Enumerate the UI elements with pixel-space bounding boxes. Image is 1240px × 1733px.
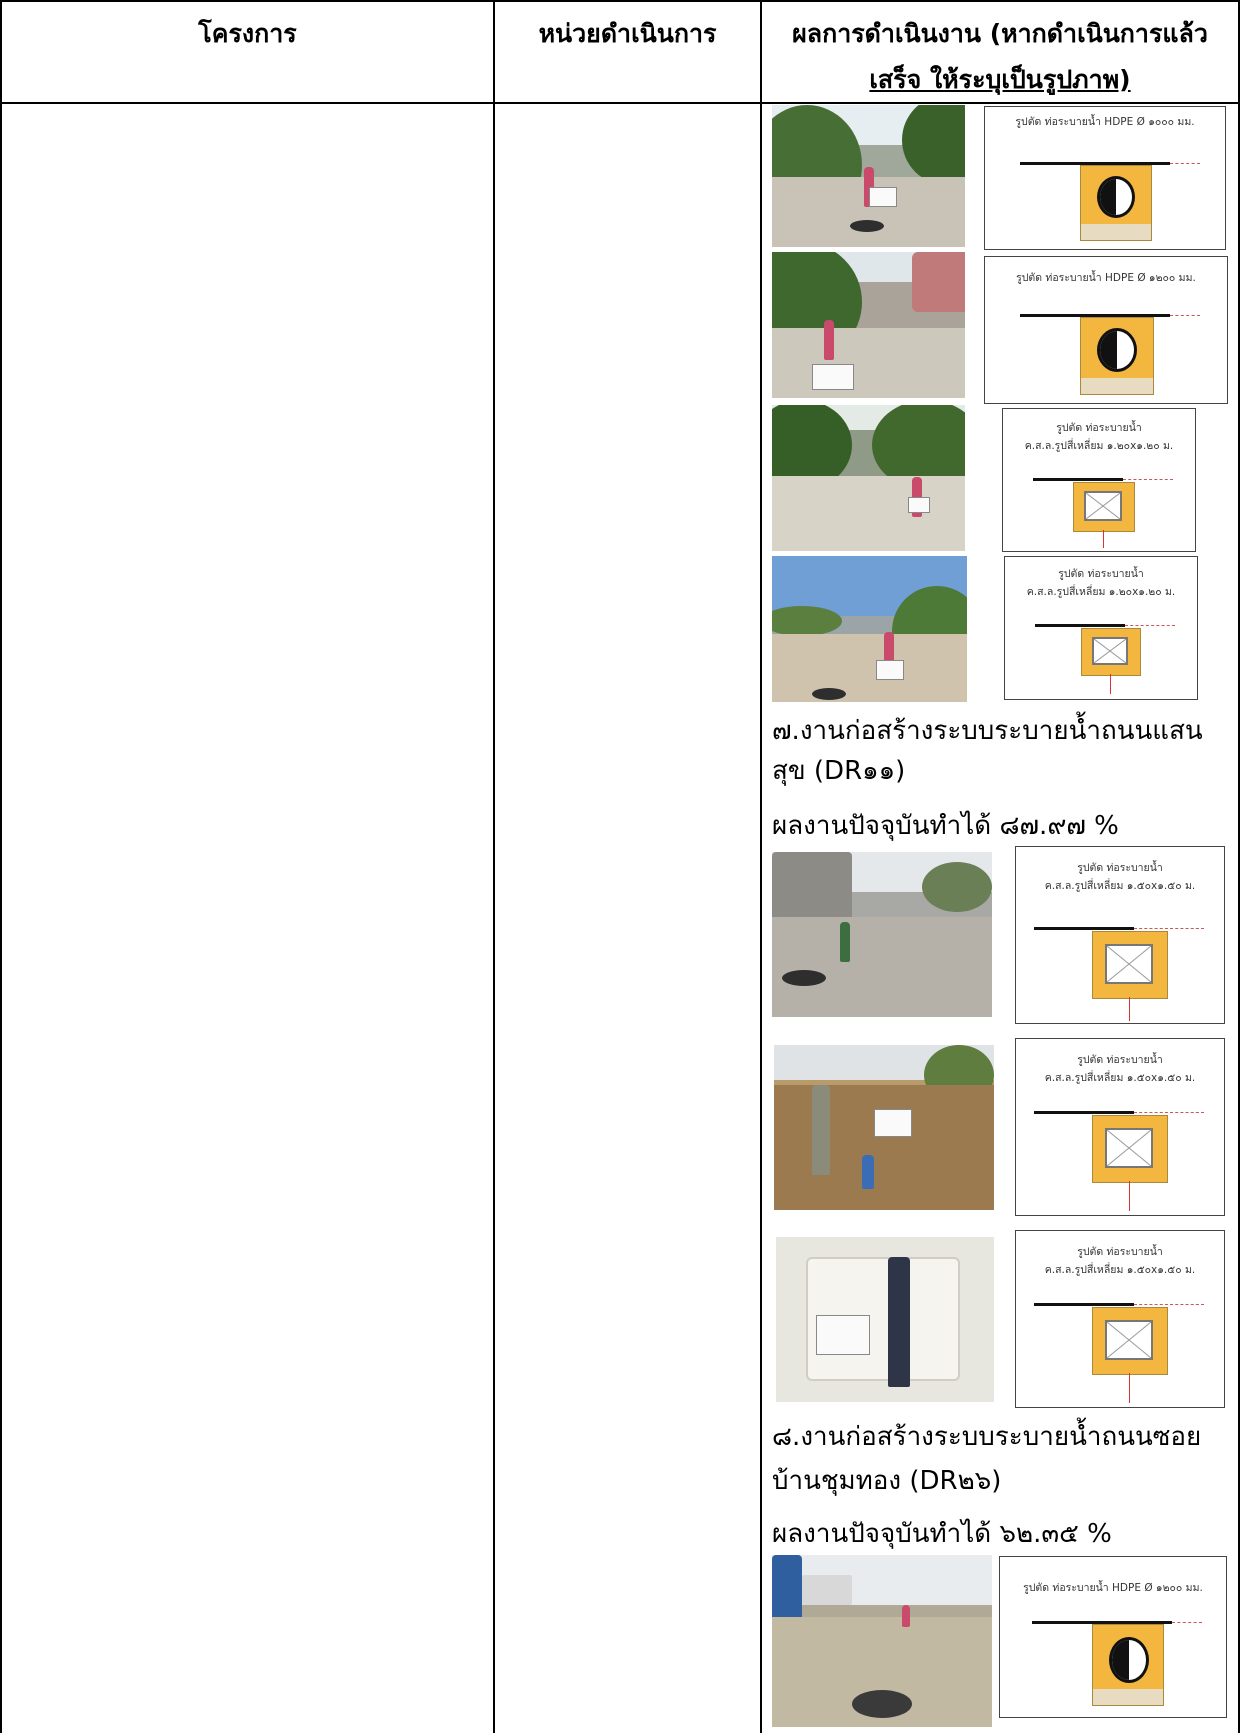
cross-section-diagram-8: รูปตัด ท่อระบายน้ำ HDPE Ø ๑๒๐๐ มม. <box>999 1556 1227 1718</box>
item8-progress: ผลงานปัจจุบันทำได้ ๖๒.๓๕ % <box>772 1519 1112 1549</box>
cross-section-diagram-7: รูปตัด ท่อระบายน้ำ ค.ส.ล.รูปสี่เหลี่ยม ๑… <box>1015 1230 1225 1408</box>
header-project: โครงการ <box>198 19 297 48</box>
header-result-line2: เสร็จ ให้ระบุเป็นรูปภาพ) <box>869 65 1131 94</box>
site-photo-8 <box>772 1555 992 1727</box>
table-divider-col1 <box>493 0 495 1733</box>
header-result-line1: ผลการดำเนินงาน (หากดำเนินการแล้ว <box>792 19 1208 48</box>
cross-section-diagram-3: รูปตัด ท่อระบายน้ำ ค.ส.ล.รูปสี่เหลี่ยม ๑… <box>1002 408 1196 552</box>
header-agency: หน่วยดำเนินการ <box>538 19 717 48</box>
item8-title-line2: บ้านชุมทอง (DR๒๖) <box>772 1466 1002 1496</box>
site-photo-7 <box>776 1237 994 1402</box>
cross-section-diagram-6: รูปตัด ท่อระบายน้ำ ค.ส.ล.รูปสี่เหลี่ยม ๑… <box>1015 1038 1225 1216</box>
site-photo-2 <box>772 252 965 398</box>
table-header-bottom <box>0 102 1240 104</box>
table-border-top <box>0 0 1240 2</box>
cross-section-diagram-5: รูปตัด ท่อระบายน้ำ ค.ส.ล.รูปสี่เหลี่ยม ๑… <box>1015 846 1225 1024</box>
item7-progress: ผลงานปัจจุบันทำได้ ๘๗.๙๗ % <box>772 811 1119 841</box>
site-photo-1 <box>772 105 965 247</box>
table-border-left <box>0 0 2 1733</box>
site-photo-3 <box>772 405 965 551</box>
site-photo-4 <box>772 556 967 702</box>
site-photo-5 <box>772 852 992 1017</box>
table-divider-col2 <box>760 0 762 1733</box>
item7-title-line2: สุข (DR๑๑) <box>772 756 906 786</box>
cross-section-diagram-1: รูปตัด ท่อระบายน้ำ HDPE Ø ๑๐๐๐ มม. <box>984 106 1226 250</box>
site-photo-6 <box>774 1045 994 1210</box>
cross-section-diagram-2: รูปตัด ท่อระบายน้ำ HDPE Ø ๑๒๐๐ มม. <box>984 256 1228 404</box>
item8-title-line1: ๘.งานก่อสร้างระบบระบายน้ำถนนซอย <box>772 1422 1202 1452</box>
cross-section-diagram-4: รูปตัด ท่อระบายน้ำ ค.ส.ล.รูปสี่เหลี่ยม ๑… <box>1004 556 1198 700</box>
item7-title-line1: ๗.งานก่อสร้างระบบระบายน้ำถนนแสน <box>772 716 1203 746</box>
